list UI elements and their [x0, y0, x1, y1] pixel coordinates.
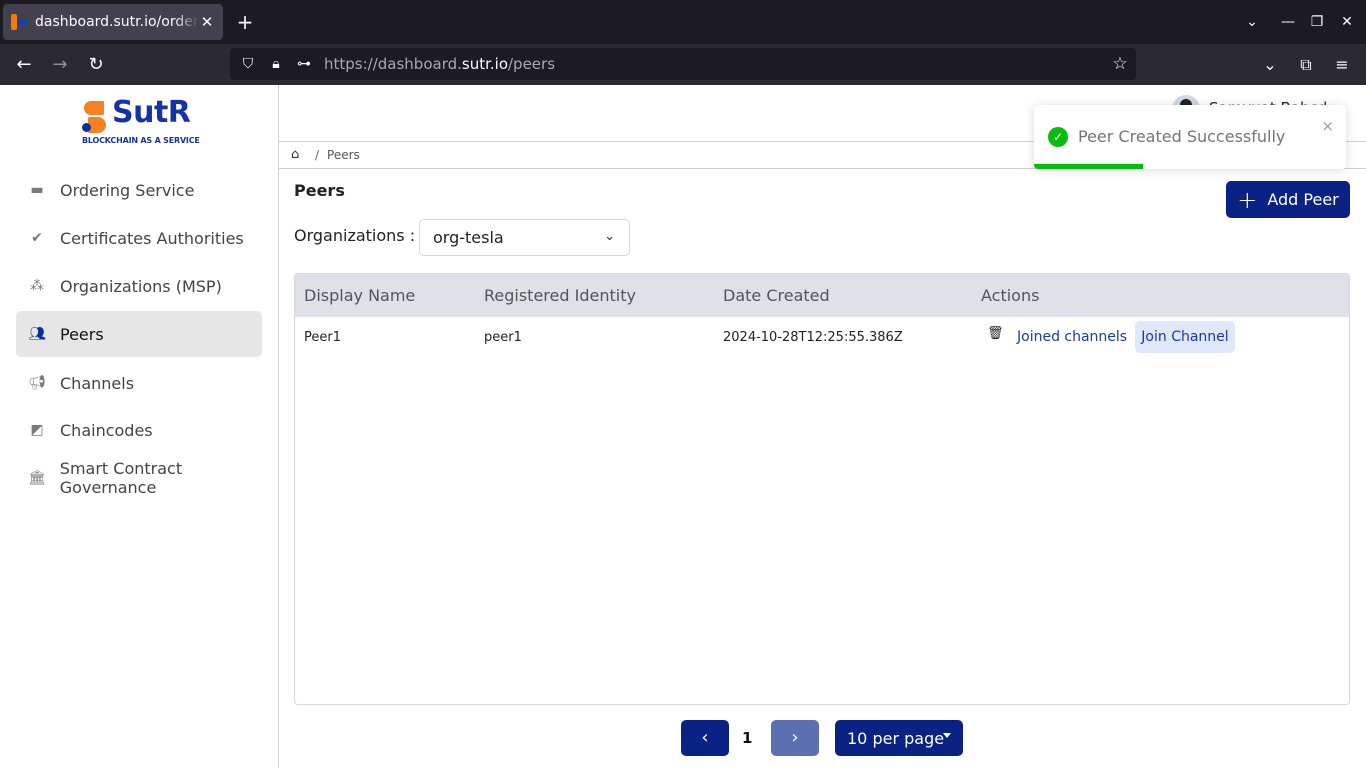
- archive-box-icon: ▬: [30, 182, 44, 198]
- toast-close-icon[interactable]: ×: [1321, 117, 1334, 135]
- forward-button[interactable]: →: [47, 52, 73, 78]
- url-path: /peers: [508, 55, 556, 73]
- browser-titlebar: dashboard.sutr.io/ordering-service ✕ + ⌄…: [0, 0, 1366, 44]
- cell-registered-identity: peer1: [484, 329, 522, 345]
- restore-button[interactable]: ❐: [1305, 10, 1329, 34]
- per-page-dropdown[interactable]: 10 per page: [835, 720, 963, 756]
- table-header: Display Name Registered Identity Date Cr…: [295, 274, 1349, 317]
- window-close-button[interactable]: ✕: [1335, 10, 1359, 34]
- peers-table: Display Name Registered Identity Date Cr…: [294, 273, 1350, 705]
- column-header-date-created: Date Created: [723, 286, 830, 305]
- add-peer-button[interactable]: + Add Peer: [1226, 181, 1350, 218]
- sidebar-item-label: Ordering Service: [60, 180, 195, 200]
- sidebar-item-label: Certificates Authorities: [60, 228, 244, 248]
- users-icon: 👥︎: [28, 326, 46, 342]
- sidebar-item-channels[interactable]: 📢︎ Channels: [16, 360, 262, 406]
- trash-icon[interactable]: 🗑︎: [987, 326, 1004, 341]
- toast-progress-track: [1034, 164, 1346, 169]
- reload-button[interactable]: ↻: [83, 52, 109, 78]
- logo-mark-icon: [82, 101, 106, 133]
- next-page-button[interactable]: ›: [771, 720, 819, 756]
- sutr-logo[interactable]: SutR BLOCKCHAIN AS A SERVICE: [82, 95, 202, 149]
- back-button[interactable]: ←: [11, 52, 37, 78]
- organizations-selected-value: org-tesla: [433, 228, 504, 247]
- column-header-actions: Actions: [981, 286, 1040, 305]
- organizations-select[interactable]: org-tesla ⌄: [419, 219, 630, 256]
- menu-icon[interactable]: ≡: [1331, 54, 1353, 76]
- lock-icon[interactable]: 🔒︎: [266, 54, 286, 74]
- bank-icon: 🏛︎: [28, 470, 46, 486]
- bookmark-star-icon[interactable]: ☆: [1110, 54, 1130, 74]
- plus-icon: +: [1237, 185, 1258, 214]
- joined-channels-link[interactable]: Joined channels: [1017, 329, 1127, 345]
- toast-message: Peer Created Successfully: [1078, 127, 1286, 146]
- sidebar-item-chaincodes[interactable]: ◩ Chaincodes: [16, 407, 262, 453]
- sidebar-item-label: Organizations (MSP): [60, 276, 222, 296]
- sidebar-item-label: Peers: [60, 324, 104, 344]
- sidebar: SutR BLOCKCHAIN AS A SERVICE ▬ Ordering …: [0, 85, 279, 768]
- column-header-registered-identity: Registered Identity: [484, 286, 636, 305]
- toast-progress-bar: [1034, 164, 1144, 169]
- tag-square-icon: ◩: [30, 422, 44, 438]
- megaphone-icon: 📢︎: [28, 375, 46, 391]
- verified-badge-icon: ✔: [31, 230, 43, 246]
- browser-tab[interactable]: dashboard.sutr.io/ordering-service ✕: [3, 4, 223, 40]
- logo-tagline: BLOCKCHAIN AS A SERVICE: [82, 136, 200, 145]
- tab-list-icon[interactable]: ⌄: [1240, 10, 1264, 34]
- page-title: Peers: [294, 181, 345, 200]
- url-domain: sutr.io: [461, 55, 508, 73]
- sidebar-item-label: Smart Contract Governance: [59, 459, 183, 497]
- table-row: Peer1 peer1 2024-10-28T12:25:55.386Z 🗑︎ …: [295, 317, 1349, 357]
- sidebar-item-label: Channels: [60, 373, 135, 393]
- browser-navbar: ← → ↻ ⛉ 🔒︎ ⊶ https://dashboard.sutr.io/p…: [0, 44, 1366, 85]
- hierarchy-icon: ⁂: [30, 278, 44, 294]
- current-page-number: 1: [742, 729, 753, 747]
- sidebar-item-organizations[interactable]: ⁂ Organizations (MSP): [16, 263, 262, 309]
- url-bar[interactable]: ⛉ 🔒︎ ⊶ https://dashboard.sutr.io/peers ☆: [230, 48, 1136, 80]
- breadcrumb-separator: /: [315, 148, 320, 162]
- extensions-icon[interactable]: ⧉: [1295, 54, 1317, 76]
- organizations-label: Organizations :: [294, 226, 416, 245]
- chevron-down-icon: ⌄: [604, 229, 615, 244]
- key-icon[interactable]: ⊶: [294, 54, 314, 74]
- url-prefix: https://dashboard.: [324, 55, 462, 73]
- sidebar-item-peers[interactable]: 👥︎ Peers: [16, 311, 262, 357]
- sidebar-item-smart-contract-governance[interactable]: 🏛︎ Smart Contract Governance: [16, 455, 262, 501]
- sidebar-item-ordering-service[interactable]: ▬ Ordering Service: [16, 167, 262, 213]
- cell-display-name: Peer1: [304, 329, 341, 345]
- previous-page-button[interactable]: ‹: [681, 720, 729, 756]
- pocket-icon[interactable]: ⌄: [1259, 54, 1281, 76]
- minimize-button[interactable]: —: [1276, 10, 1300, 34]
- sidebar-item-certificates-authorities[interactable]: ✔ Certificates Authorities: [16, 215, 262, 261]
- success-toast: ✓ Peer Created Successfully ×: [1034, 105, 1346, 169]
- column-header-display-name: Display Name: [304, 286, 416, 305]
- per-page-label: 10 per page: [847, 728, 945, 748]
- new-tab-button[interactable]: +: [233, 10, 257, 34]
- tab-title: dashboard.sutr.io/ordering-service: [35, 14, 199, 30]
- tab-close-icon[interactable]: ✕: [199, 13, 215, 31]
- home-icon[interactable]: ⌂: [291, 148, 305, 162]
- url-text[interactable]: https://dashboard.sutr.io/peers: [324, 55, 555, 73]
- favicon-icon: [11, 14, 27, 30]
- caret-down-icon: [943, 733, 951, 738]
- sidebar-item-label: Chaincodes: [60, 420, 153, 440]
- join-channel-button[interactable]: Join Channel: [1135, 321, 1235, 353]
- breadcrumb-current: Peers: [327, 148, 360, 162]
- add-peer-label: Add Peer: [1267, 190, 1339, 209]
- cell-date-created: 2024-10-28T12:25:55.386Z: [723, 329, 903, 345]
- shield-icon[interactable]: ⛉: [238, 54, 258, 74]
- logo-wordmark: SutR: [112, 95, 191, 130]
- check-circle-icon: ✓: [1048, 127, 1068, 147]
